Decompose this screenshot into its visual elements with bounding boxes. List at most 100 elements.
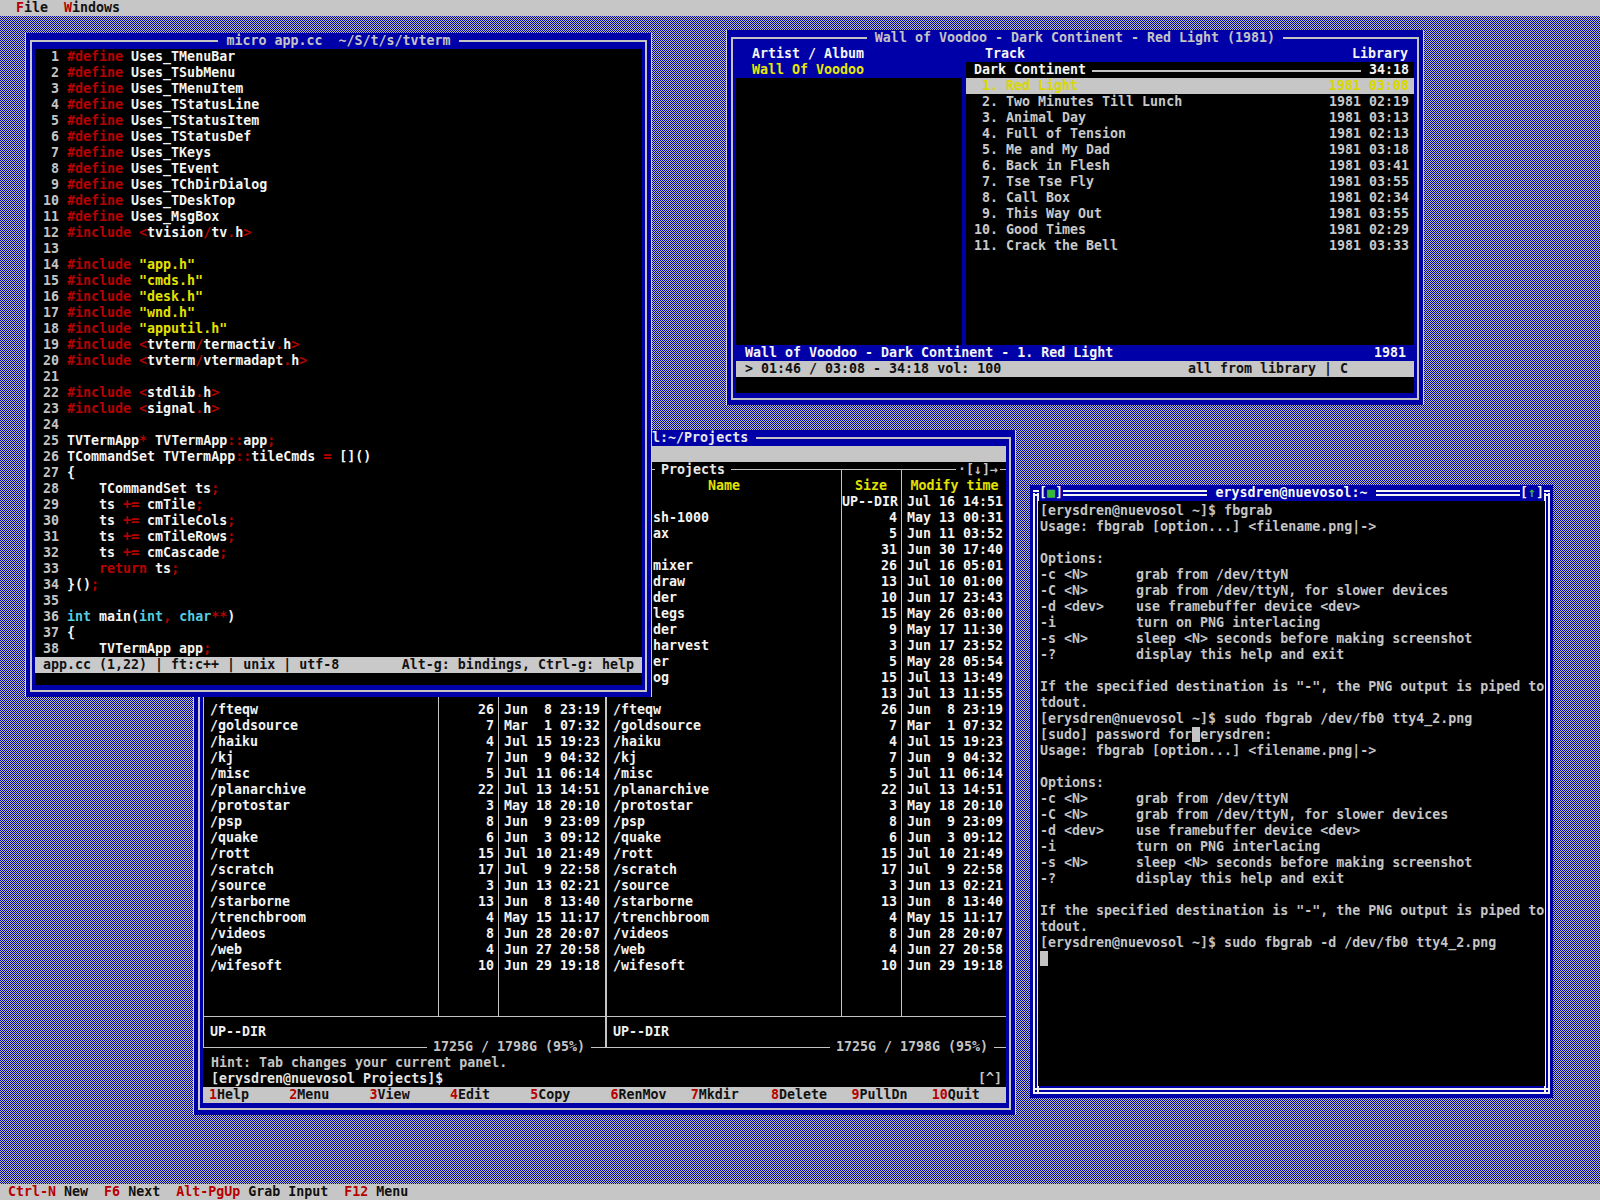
code-line[interactable]: 30 ts += cmTileCols;	[35, 513, 642, 529]
maximize-button[interactable]: [↑]	[1520, 485, 1544, 501]
file-row[interactable]: /videos8Jun 28 20:07	[607, 926, 1006, 942]
music-album-row[interactable]: Dark Continent34:18	[966, 62, 1414, 78]
code-line[interactable]: 14 #include "app.h"	[35, 257, 642, 273]
track-row[interactable]: 10. Good Times198102:29	[966, 222, 1414, 238]
editor-code[interactable]: 1 #define Uses_TMenuBar 2 #define Uses_T…	[35, 49, 642, 657]
code-line[interactable]: 23 #include <signal.h>	[35, 401, 642, 417]
file-row[interactable]: mixer26Jul 16 05:01	[607, 558, 1006, 574]
track-row[interactable]: 11. Crack the Bell198103:33	[966, 238, 1414, 254]
track-row[interactable]: 4. Full of Tension198102:13	[966, 126, 1414, 142]
file-row[interactable]: /wifesoft10Jun 29 19:18	[607, 958, 1006, 974]
file-row[interactable]: sh-10004May 13 00:31	[607, 510, 1006, 526]
code-line[interactable]: 11 #define Uses_MsgBox	[35, 209, 642, 225]
file-row[interactable]: /rott15Jul 10 21:49	[204, 846, 605, 862]
track-row[interactable]: 1. Red Light198103:08	[966, 78, 1414, 94]
file-row[interactable]: /source3Jun 13 02:21	[607, 878, 1006, 894]
file-row[interactable]: /kj7Jun 9 04:32	[204, 750, 605, 766]
file-row[interactable]: UP--DIRJul 16 14:51	[607, 494, 1006, 510]
mc-col-size[interactable]: Size	[841, 478, 901, 494]
statusbar-item-menu[interactable]: F12 Menu	[344, 1184, 408, 1199]
file-row[interactable]: der10Jun 17 23:43	[607, 590, 1006, 606]
code-line[interactable]: 21	[35, 369, 642, 385]
file-row[interactable]: /misc5Jul 11 06:14	[204, 766, 605, 782]
file-row[interactable]: /planarchive22Jul 13 14:51	[607, 782, 1006, 798]
code-line[interactable]: 8 #define Uses_TEvent	[35, 161, 642, 177]
track-row[interactable]: 6. Back in Flesh198103:41	[966, 158, 1414, 174]
fnkey-copy[interactable]: 5Copy	[524, 1087, 604, 1103]
code-line[interactable]: 32 ts += cmCascade;	[35, 545, 642, 561]
editor-content[interactable]: 1 #define Uses_TMenuBar 2 #define Uses_T…	[35, 49, 642, 685]
code-line[interactable]: 9 #define Uses_TChDirDialog	[35, 177, 642, 193]
music-artist-selected[interactable]: Wall Of Voodoo	[736, 62, 962, 78]
file-row[interactable]: /psp8Jun 9 23:09	[607, 814, 1006, 830]
statusbar-item-new[interactable]: Ctrl-N New	[8, 1184, 88, 1199]
file-row[interactable]: /protostar3May 18 20:10	[204, 798, 605, 814]
code-line[interactable]: 6 #define Uses_TStatusDef	[35, 129, 642, 145]
menu-item-ile[interactable]: File	[16, 0, 48, 15]
file-row[interactable]: er5May 28 05:54	[607, 654, 1006, 670]
code-line[interactable]: 28 TCommandSet ts;	[35, 481, 642, 497]
track-row[interactable]: 3. Animal Day198103:13	[966, 110, 1414, 126]
file-row[interactable]: 13Jul 13 11:55	[607, 686, 1006, 702]
fnkey-help[interactable]: 1Help	[203, 1087, 283, 1103]
fnkey-renmov[interactable]: 6RenMov	[604, 1087, 684, 1103]
mc-panel-sort-icon[interactable]: ·[↓]→	[956, 462, 1000, 478]
file-row[interactable]: legs15May 26 03:00	[607, 606, 1006, 622]
code-line[interactable]: 5 #define Uses_TStatusItem	[35, 113, 642, 129]
fnkey-edit[interactable]: 4Edit	[444, 1087, 524, 1103]
code-line[interactable]: 27 {	[35, 465, 642, 481]
code-line[interactable]: 16 #include "desk.h"	[35, 289, 642, 305]
code-line[interactable]: 13	[35, 241, 642, 257]
code-line[interactable]: 22 #include <stdlib.h>	[35, 385, 642, 401]
file-row[interactable]: /quake6Jun 3 09:12	[607, 830, 1006, 846]
code-line[interactable]: 25 TVTermApp* TVTermApp::app;	[35, 433, 642, 449]
file-row[interactable]: /fteqw26Jun 8 23:19	[204, 702, 605, 718]
close-button[interactable]: [■]	[1039, 485, 1063, 501]
file-row[interactable]: ax5Jun 11 03:52	[607, 526, 1006, 542]
music-titlebar[interactable]: Wall of Voodoo - Dark Continent - Red Li…	[727, 30, 1423, 46]
file-row[interactable]: /starborne13Jun 8 13:40	[607, 894, 1006, 910]
code-line[interactable]: 36 int main(int, char**)	[35, 609, 642, 625]
file-row[interactable]: /source3Jun 13 02:21	[204, 878, 605, 894]
fnkey-mkdir[interactable]: 7Mkdir	[685, 1087, 765, 1103]
file-row[interactable]: der9May 17 11:30	[607, 622, 1006, 638]
file-row[interactable]: og15Jul 13 13:49	[607, 670, 1006, 686]
track-row[interactable]: 9. This Way Out198103:55	[966, 206, 1414, 222]
terminal-titlebar[interactable]: [■]erysdren@nuevosol:~[↑]	[1030, 485, 1553, 501]
file-row[interactable]: /fteqw26Jun 8 23:19	[607, 702, 1006, 718]
file-row[interactable]: draw13Jul 10 01:00	[607, 574, 1006, 590]
code-line[interactable]: 20 #include <tvterm/vtermadapt.h>	[35, 353, 642, 369]
track-row[interactable]: 8. Call Box198102:34	[966, 190, 1414, 206]
file-row[interactable]: /goldsource7Mar 1 07:32	[204, 718, 605, 734]
code-line[interactable]: 2 #define Uses_TSubMenu	[35, 65, 642, 81]
terminal-content[interactable]: [erysdren@nuevosol ~]$ fbgrabUsage: fbgr…	[1038, 501, 1545, 1086]
mc-col-mtime[interactable]: Modify time	[901, 478, 1006, 494]
file-row[interactable]: /web4Jun 27 20:58	[607, 942, 1006, 958]
file-row[interactable]: /kj7Jun 9 04:32	[607, 750, 1006, 766]
code-line[interactable]: 33 return ts;	[35, 561, 642, 577]
code-line[interactable]: 7 #define Uses_TKeys	[35, 145, 642, 161]
file-row[interactable]: /videos8Jun 28 20:07	[204, 926, 605, 942]
fnkey-pulldn[interactable]: 9PullDn	[845, 1087, 925, 1103]
code-line[interactable]: 10 #define Uses_TDeskTop	[35, 193, 642, 209]
fnkey-menu[interactable]: 2Menu	[283, 1087, 363, 1103]
code-line[interactable]: 31 ts += cmTileRows;	[35, 529, 642, 545]
file-row[interactable]: /protostar3May 18 20:10	[607, 798, 1006, 814]
code-line[interactable]: 12 #include <tvision/tv.h>	[35, 225, 642, 241]
file-row[interactable]: /goldsource7Mar 1 07:32	[607, 718, 1006, 734]
file-row[interactable]: /trenchbroom4May 15 11:17	[607, 910, 1006, 926]
fnkey-delete[interactable]: 8Delete	[765, 1087, 845, 1103]
file-row[interactable]: /wifesoft10Jun 29 19:18	[204, 958, 605, 974]
code-line[interactable]: 24	[35, 417, 642, 433]
code-line[interactable]: 26 TCommandSet TVTermApp::tileCmds = [](…	[35, 449, 642, 465]
code-line[interactable]: 17 #include "wnd.h"	[35, 305, 642, 321]
code-line[interactable]: 37 {	[35, 625, 642, 641]
editor-titlebar[interactable]: micro app.cc ~/S/t/s/tvterm	[26, 33, 651, 49]
code-line[interactable]: 35	[35, 593, 642, 609]
mc-shell-prompt[interactable]: [erysdren@nuevosol Projects]$	[211, 1071, 443, 1087]
file-row[interactable]: /misc5Jul 11 06:14	[607, 766, 1006, 782]
mc-panel-label[interactable]: Projects	[655, 462, 731, 478]
track-row[interactable]: 7. Tse Tse Fly198103:55	[966, 174, 1414, 190]
file-row[interactable]: /quake6Jun 3 09:12	[204, 830, 605, 846]
track-row[interactable]: 5. Me and My Dad198103:18	[966, 142, 1414, 158]
